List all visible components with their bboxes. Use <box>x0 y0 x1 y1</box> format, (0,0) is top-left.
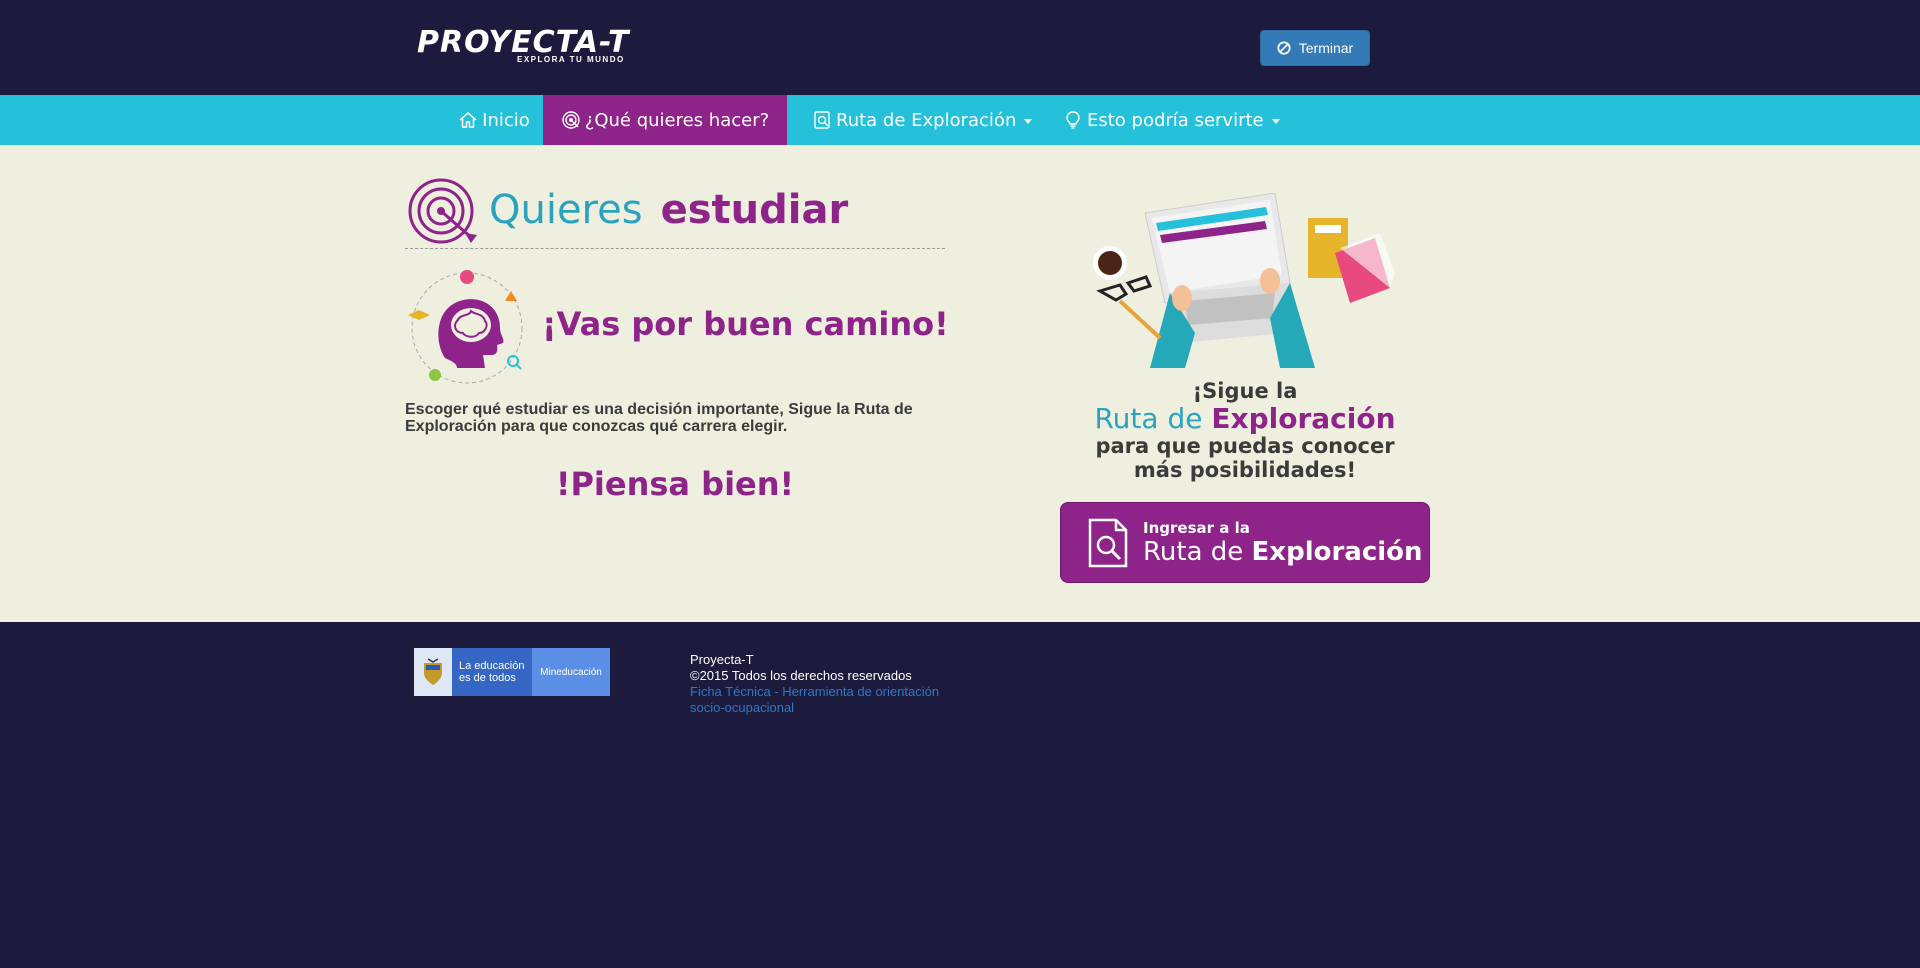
nav-item-esto-podria-servirte[interactable]: Esto podría servirte <box>1063 95 1280 145</box>
cta-small: Ingresar a la <box>1143 518 1250 537</box>
site-name: Proyecta-T <box>690 652 754 667</box>
header: PROYECTA-T EXPLORA TU MUNDO Terminar <box>0 0 1920 95</box>
promo-line-2-light: Ruta de <box>1094 402 1203 435</box>
footer: La educación es de todos Mineducación Pr… <box>0 622 1920 968</box>
page-title: Quieres estudiar <box>405 175 848 245</box>
main-content: Quieres estudiar ¡Vas por buen camino! E… <box>0 145 1920 622</box>
subtitle: ¡Vas por buen camino! <box>542 304 949 343</box>
title-bold: estudiar <box>660 187 849 233</box>
terminar-label: Terminar <box>1298 40 1354 56</box>
colombia-shield-icon <box>414 648 452 696</box>
nav-label-esto-podria-servirte: Esto podría servirte <box>1087 109 1264 131</box>
footer-info: Proyecta-T ©2015 Todos los derechos rese… <box>690 652 950 716</box>
cta-big: Ruta de Exploración <box>1143 537 1423 567</box>
proyecta-t-logo[interactable]: PROYECTA-T EXPLORA TU MUNDO <box>417 28 642 66</box>
ban-icon <box>1277 41 1291 55</box>
subtitle-row: ¡Vas por buen camino! <box>405 263 949 388</box>
promo-line-2-bold: Exploración <box>1211 402 1396 435</box>
target-arrow-icon <box>408 178 477 244</box>
description: Escoger qué estudiar es una decisión imp… <box>405 401 913 435</box>
search-doc-icon <box>1088 518 1128 567</box>
ingresar-ruta-button[interactable]: Ingresar a la Ruta de Exploración <box>1060 502 1430 583</box>
promo-line-3: para que puedas conocer <box>1095 434 1395 458</box>
promo-line-4: más posibilidades! <box>1133 458 1357 482</box>
main-nav: Inicio ¿Qué quieres hacer? Ruta de Explo… <box>0 95 1920 145</box>
chevron-down-icon <box>1024 118 1033 124</box>
promo-text: ¡Sigue la Ruta de Exploración para que p… <box>1060 378 1430 482</box>
target-icon <box>562 111 580 129</box>
nav-label-inicio: Inicio <box>482 109 530 131</box>
ingresar-ruta-label: Ingresar a la Ruta de Exploración <box>1143 519 1423 567</box>
nav-item-ruta-exploracion[interactable]: Ruta de Exploración <box>812 95 1033 145</box>
laptop-illustration <box>1093 193 1395 368</box>
home-icon <box>459 112 477 128</box>
search-doc-icon <box>814 111 830 129</box>
brain-head-icon <box>408 270 523 384</box>
cta-big-light: Ruta de <box>1143 536 1244 567</box>
gov-logo-text: La educación es de todos <box>452 648 532 696</box>
lightbulb-icon <box>1066 111 1080 129</box>
title-light: Quieres <box>489 187 643 233</box>
terminar-button[interactable]: Terminar <box>1260 30 1370 66</box>
promo-line-2: Ruta de Exploración <box>1060 404 1430 434</box>
logo-tagline: EXPLORA TU MUNDO <box>517 55 625 64</box>
divider <box>405 248 945 249</box>
ficha-tecnica-link[interactable]: Ficha Técnica - Herramienta de orientaci… <box>690 684 950 716</box>
chevron-down-icon <box>1271 118 1280 124</box>
nav-label-que-quieres-hacer: ¿Qué quieres hacer? <box>584 109 770 131</box>
nav-item-que-quieres-hacer[interactable]: ¿Qué quieres hacer? <box>543 95 787 145</box>
nav-label-ruta-exploracion: Ruta de Exploración <box>836 109 1017 131</box>
copyright: ©2015 Todos los derechos reservados <box>690 668 912 683</box>
cta-big-bold: Exploración <box>1251 536 1423 567</box>
logo-text: PROYECTA-T <box>417 25 630 60</box>
mineducacion-logo[interactable]: La educación es de todos Mineducación <box>414 648 610 696</box>
gov-logo-brand: Mineducación <box>532 648 610 696</box>
nav-item-inicio[interactable]: Inicio <box>445 95 543 145</box>
closing-message: !Piensa bien! <box>555 465 795 503</box>
promo-line-1: ¡Sigue la <box>1192 379 1298 403</box>
